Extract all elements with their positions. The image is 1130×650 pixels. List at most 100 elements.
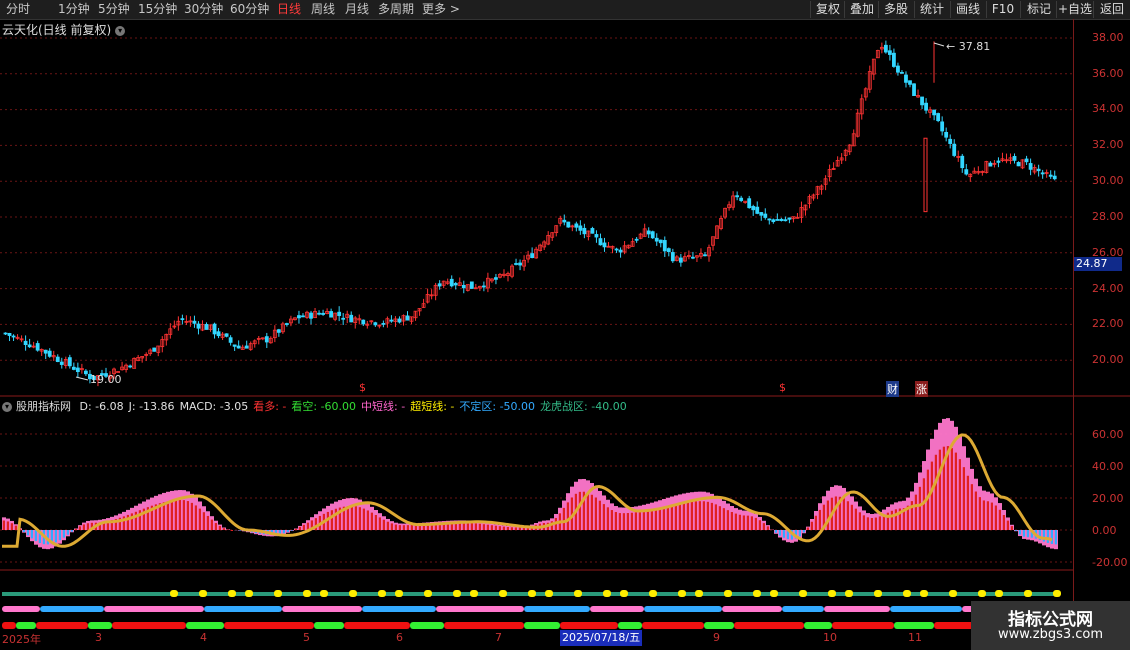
macd-bar (678, 503, 681, 530)
chevron-down-icon[interactable]: ▾ (2, 402, 12, 412)
candle-body (763, 213, 768, 218)
candle-body (952, 143, 957, 156)
candle-body (27, 344, 32, 348)
candle-body (996, 160, 1001, 163)
price-tick: 30.00 (1092, 174, 1124, 187)
y-axis-line (1073, 19, 1074, 650)
short-term-marker (828, 590, 836, 597)
finance-marker[interactable]: 财 (886, 381, 899, 397)
indicator-value-8: 龙虎战区: -40.00 (540, 400, 627, 413)
indicator-value-0: D: -6.08 (79, 400, 124, 413)
macd-bar (494, 525, 497, 530)
signal-strip (36, 622, 88, 629)
macd-bar (594, 497, 597, 530)
indicator-tick: 0.00 (1092, 524, 1117, 537)
macd-bar (690, 501, 693, 530)
candle-body (936, 113, 941, 122)
macd-bar (806, 527, 809, 530)
signal-strip (16, 622, 36, 629)
candle-body (1048, 174, 1053, 177)
candle-body (759, 212, 764, 216)
candle-body (67, 357, 72, 367)
macd-bar (514, 527, 517, 530)
macd-bar (858, 512, 861, 530)
candle-body (896, 65, 900, 73)
macd-bar (398, 525, 401, 530)
short-term-marker (724, 590, 732, 597)
macd-bar (938, 449, 941, 530)
price-tick: 32.00 (1092, 138, 1124, 151)
macd-bar (470, 523, 473, 530)
indicator-value-4: 看空: -60.00 (291, 400, 357, 413)
dividend-marker[interactable]: $ (359, 381, 366, 394)
macd-bar (754, 517, 757, 530)
macd-bar (778, 530, 781, 536)
price-tick: 20.00 (1092, 353, 1124, 366)
macd-bar (874, 517, 877, 530)
macd-bar (878, 516, 881, 530)
price-tick: 36.00 (1092, 67, 1124, 80)
macd-bar (614, 512, 617, 530)
current-price-tag: 24.87 (1074, 257, 1122, 271)
short-term-marker (603, 590, 611, 597)
macd-bar (970, 484, 973, 530)
short-term-marker (245, 590, 253, 597)
candle-body (1024, 158, 1029, 163)
candle-body (666, 248, 671, 253)
short-term-marker (199, 590, 207, 597)
chart-canvas[interactable]: ← 37.81 19.00 (0, 0, 1130, 650)
candle-body (309, 312, 313, 319)
dividend-marker[interactable]: $ (779, 381, 786, 394)
month-label: 9 (713, 631, 720, 644)
macd-bar (814, 515, 817, 530)
candle-body (923, 137, 928, 213)
candle-body (964, 169, 969, 175)
macd-bar (750, 516, 753, 530)
candle-body (678, 257, 683, 263)
candle-body (775, 219, 780, 221)
macd-bar (6, 521, 9, 530)
candle-body (3, 332, 8, 335)
indicator-legend: ▾ 股朋指标网 D: -6.08 J: -13.86 MACD: -3.05 看多: -… (2, 398, 637, 414)
candle-body (244, 345, 249, 349)
candle-body (341, 317, 346, 320)
candle-body (751, 206, 756, 211)
macd-bar (498, 526, 501, 530)
macd-bar (22, 530, 25, 532)
candle-body (1028, 163, 1033, 170)
macd-bar (370, 512, 373, 530)
macd-bar (862, 515, 865, 530)
short-term-marker (1024, 590, 1032, 597)
candle-body (908, 80, 912, 85)
candle-body (196, 323, 201, 329)
candle-body (883, 44, 888, 53)
candle-body (594, 234, 599, 238)
macd-bar (198, 508, 201, 530)
macd-bar (290, 530, 293, 531)
watermark-url: www.zbgs3.com (997, 627, 1104, 642)
candle-body (574, 223, 579, 228)
short-term-marker (620, 590, 628, 597)
signal-strip (344, 622, 410, 629)
candle-body (449, 278, 454, 287)
candle-body (582, 227, 587, 235)
short-term-marker (528, 590, 536, 597)
high-annotation: ← 37.81 (946, 40, 990, 53)
price-tick: 34.00 (1092, 102, 1124, 115)
macd-bar (674, 504, 677, 530)
limit-up-marker[interactable]: 涨 (915, 381, 928, 397)
macd-bar (474, 523, 477, 530)
candle-body (650, 231, 655, 239)
macd-bar (462, 522, 465, 530)
macd-bar (662, 506, 665, 530)
macd-bar (954, 452, 957, 530)
short-term-marker (1053, 590, 1061, 597)
low-annotation: 19.00 (90, 373, 122, 386)
macd-bar (562, 507, 565, 530)
macd-bar (706, 501, 709, 530)
candle-body (284, 323, 289, 325)
signal-strip (560, 622, 618, 629)
macd-bar (618, 513, 621, 530)
trend-strip (824, 606, 890, 612)
candle-body (960, 155, 965, 169)
